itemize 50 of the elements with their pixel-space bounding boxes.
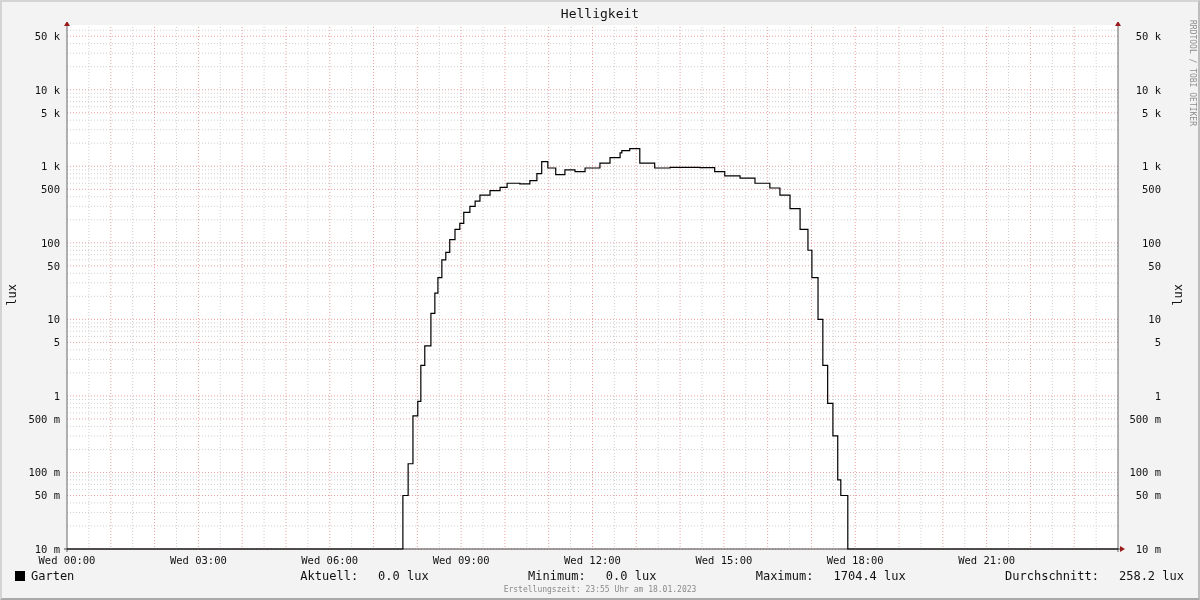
y-tick-label: 50 k — [1135, 30, 1161, 43]
y-tick-label: 50 k — [34, 30, 60, 43]
y-tick-label: 100 — [1142, 236, 1161, 249]
y-tick-label: 50 — [47, 259, 60, 272]
y-tick-label: 10 k — [1135, 83, 1161, 96]
legend-label: Garten — [31, 568, 75, 583]
y-tick-label: 1 k — [41, 160, 60, 173]
y-tick-label: 100 m — [1129, 466, 1161, 479]
y-tick-label: 500 — [41, 183, 60, 196]
y-tick-label: 10 — [1148, 313, 1161, 326]
y-tick-label: 5 k — [1142, 106, 1161, 119]
y-tick-label: 5 — [53, 336, 60, 349]
chart-title: Helligkeit — [560, 6, 640, 22]
y-tick-label: 5 k — [41, 106, 60, 119]
stat-value: 0.0 lux — [605, 568, 657, 583]
x-tick-label: Wed 12:00 — [564, 554, 621, 566]
y-tick-label: 10 m — [34, 543, 60, 555]
y-tick-label: 50 m — [1135, 489, 1161, 502]
y-tick-label: 1 k — [1142, 160, 1161, 173]
stat-label: Minimum: — [528, 568, 586, 583]
stat-label: Durchschnitt: — [1005, 568, 1099, 583]
creation-time-text: Erstellungszeit: 23:55 Uhr am 18.01.2023 — [503, 585, 697, 594]
y-tick-label: 500 m — [1129, 412, 1161, 425]
y-axis-label: lux — [1171, 283, 1185, 306]
y-tick-label: 500 m — [28, 412, 60, 425]
stat-value: 1704.4 lux — [833, 568, 906, 583]
stat-label: Maximum: — [755, 568, 814, 583]
y-tick-label: 1 — [1154, 389, 1161, 402]
stat-label: Aktuell: — [300, 568, 359, 583]
x-tick-label: Wed 06:00 — [301, 554, 359, 566]
y-tick-label: 10 — [47, 313, 60, 326]
stat-value: 0.0 lux — [378, 568, 429, 583]
x-tick-label: Wed 21:00 — [958, 554, 1016, 566]
credit-text: RRDTOOL / TOBI OETIKER — [1187, 20, 1197, 126]
x-tick-label: Wed 15:00 — [695, 554, 753, 566]
x-tick-label: Wed 18:00 — [826, 554, 884, 566]
y-tick-label: 1 — [53, 389, 60, 402]
y-tick-label: 10 m — [1135, 543, 1161, 555]
y-tick-label: 5 — [1154, 336, 1161, 349]
x-tick-label: Wed 00:00 — [38, 554, 96, 566]
y-tick-label: 100 — [41, 236, 60, 249]
y-tick-label: 50 — [1148, 259, 1161, 272]
y-axis-label: lux — [5, 283, 19, 306]
y-tick-label: 100 m — [28, 466, 60, 479]
stat-value: 258.2 lux — [1118, 568, 1184, 583]
y-tick-label: 50 m — [34, 489, 60, 502]
y-tick-label: 10 k — [34, 83, 60, 96]
x-tick-label: Wed 03:00 — [169, 554, 227, 566]
x-tick-label: Wed 09:00 — [432, 554, 490, 566]
y-tick-label: 500 — [1142, 183, 1161, 196]
